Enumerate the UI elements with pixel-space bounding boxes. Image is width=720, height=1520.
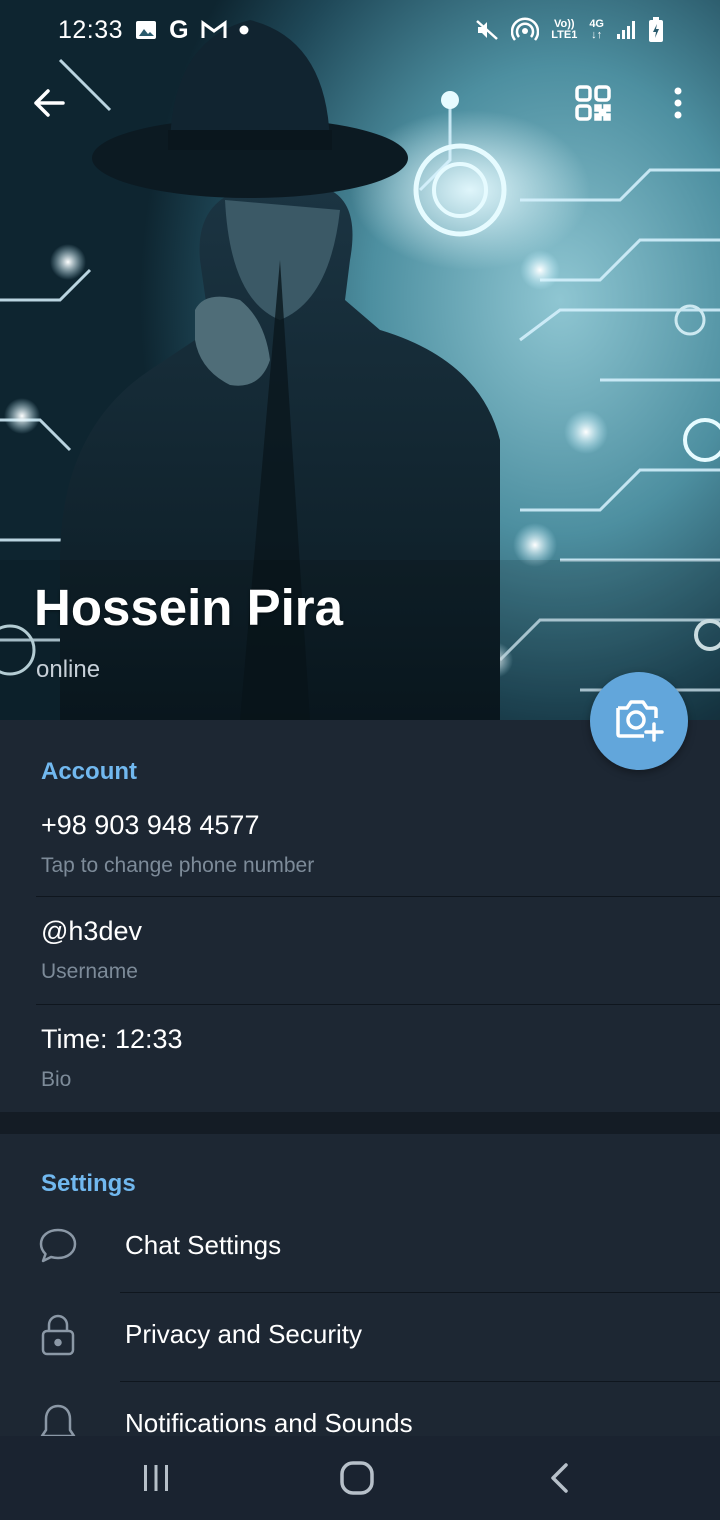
username-field[interactable]: @h3dev Username bbox=[0, 906, 720, 1004]
settings-item-label: Chat Settings bbox=[125, 1230, 282, 1260]
settings-item-notifications[interactable]: Notifications and Sounds bbox=[0, 1382, 720, 1436]
bio-label: Bio bbox=[41, 1068, 72, 1091]
camera-add-icon bbox=[614, 696, 664, 747]
settings-section-title: Settings bbox=[41, 1170, 136, 1197]
settings-item-privacy[interactable]: Privacy and Security bbox=[0, 1293, 720, 1382]
settings-item-label: Notifications and Sounds bbox=[125, 1408, 413, 1436]
more-vertical-icon bbox=[673, 87, 683, 124]
gmail-icon bbox=[201, 20, 227, 40]
more-options-button[interactable] bbox=[643, 70, 713, 140]
phone-field[interactable]: +98 903 948 4577 Tap to change phone num… bbox=[0, 800, 720, 896]
back-button[interactable] bbox=[14, 70, 84, 140]
hotspot-icon bbox=[511, 17, 540, 43]
qr-code-button[interactable] bbox=[558, 70, 628, 140]
divider bbox=[36, 1004, 720, 1005]
nav-back-icon bbox=[549, 1462, 569, 1499]
nav-back-button[interactable] bbox=[509, 1450, 609, 1510]
dot-icon bbox=[239, 25, 249, 35]
phone-hint: Tap to change phone number bbox=[41, 854, 315, 877]
settings-item-chat[interactable]: Chat Settings bbox=[0, 1204, 720, 1293]
profile-status: online bbox=[36, 656, 101, 683]
status-bar: 12:33 G Vo)) LTE1 4G ↓↑ bbox=[0, 0, 720, 60]
account-section-title: Account bbox=[41, 758, 137, 785]
4g-icon: 4G ↓↑ bbox=[589, 18, 604, 41]
bio-field[interactable]: Time: 12:33 Bio bbox=[0, 1014, 720, 1112]
battery-charging-icon bbox=[648, 17, 664, 43]
settings-section: Settings Chat Settings Privacy and Secur… bbox=[0, 1134, 720, 1436]
chat-bubble-icon bbox=[36, 1224, 80, 1268]
username-value: @h3dev bbox=[41, 916, 142, 946]
signal-icon bbox=[616, 20, 636, 40]
google-icon: G bbox=[169, 15, 189, 44]
recents-button[interactable] bbox=[106, 1450, 206, 1510]
qr-code-icon bbox=[575, 84, 611, 126]
volte-icon: Vo)) LTE1 bbox=[551, 19, 577, 41]
account-section: Account +98 903 948 4577 Tap to change p… bbox=[0, 720, 720, 1112]
status-time: 12:33 bbox=[58, 15, 124, 44]
toolbar bbox=[0, 70, 720, 140]
settings-item-label: Privacy and Security bbox=[125, 1319, 362, 1349]
lte-label: LTE1 bbox=[551, 29, 578, 41]
system-nav-bar bbox=[0, 1436, 720, 1520]
set-photo-button[interactable] bbox=[590, 672, 688, 770]
recents-icon bbox=[141, 1463, 171, 1498]
image-icon bbox=[135, 20, 157, 40]
home-button[interactable] bbox=[307, 1450, 407, 1510]
section-separator bbox=[0, 1112, 720, 1134]
username-label: Username bbox=[41, 960, 138, 983]
divider bbox=[36, 896, 720, 897]
phone-number: +98 903 948 4577 bbox=[41, 810, 260, 840]
bell-icon bbox=[36, 1402, 80, 1436]
bio-value: Time: 12:33 bbox=[41, 1024, 183, 1054]
arrow-left-icon bbox=[32, 88, 66, 123]
home-icon bbox=[340, 1460, 374, 1500]
profile-cover[interactable]: 12:33 G Vo)) LTE1 4G ↓↑ Hossein Pira onl… bbox=[0, 0, 720, 720]
lock-icon bbox=[36, 1313, 80, 1357]
profile-name: Hossein Pira bbox=[34, 579, 343, 636]
mute-icon bbox=[475, 18, 499, 42]
